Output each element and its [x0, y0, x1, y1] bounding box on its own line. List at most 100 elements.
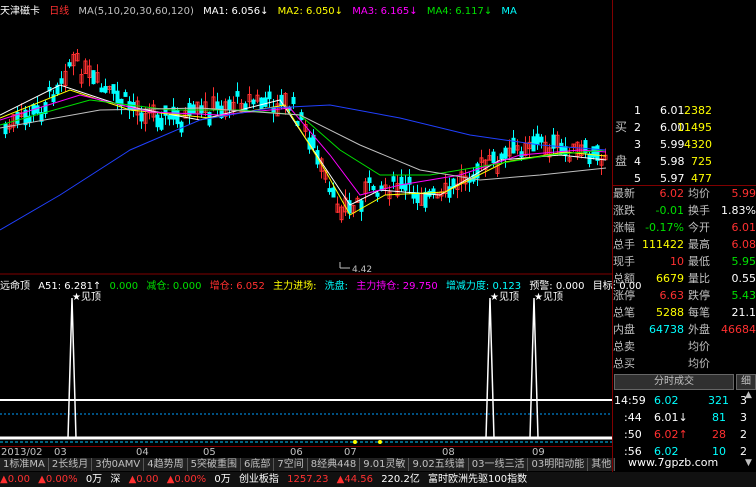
- orderbook-price: 5.99: [660, 138, 685, 151]
- candle-body: [167, 115, 172, 120]
- ma2-value: MA2: 6.050↓: [277, 6, 344, 17]
- status-market[interactable]: 深: [110, 474, 120, 485]
- kline-chart[interactable]: 4.42: [0, 0, 612, 275]
- quote-label: 均价: [688, 357, 710, 370]
- quote-value: 6.63: [659, 289, 685, 302]
- quote-label: 每笔: [688, 306, 710, 319]
- status-ticker-text: 富时欧洲先驱100指数: [428, 474, 528, 485]
- tab-10[interactable]: 9.02五线谱: [409, 458, 469, 471]
- tab-8[interactable]: 8经典448: [307, 458, 361, 471]
- trade-time: 14:59: [614, 394, 646, 407]
- candle-body: [199, 105, 204, 114]
- status-index-name[interactable]: 创业板指: [239, 474, 279, 485]
- ma3-value: MA3: 6.165↓: [352, 6, 418, 17]
- status-value: ▲0.00: [128, 474, 159, 485]
- date-label: 04: [136, 447, 149, 458]
- orderbook-volume: 4320: [684, 138, 712, 151]
- trade-row: :50 6.02↑ 28 2: [612, 426, 756, 443]
- quote-panel: 买 盘 1 6.01 2382 2 6.00 11495 3 5.99 4320…: [612, 0, 756, 472]
- quote-row: 总买 均价: [612, 355, 756, 372]
- tab-12[interactable]: 03明阳动能: [528, 458, 589, 471]
- status-value: 220.2亿: [381, 474, 420, 485]
- trade-price: 6.02↑: [654, 428, 688, 441]
- orderbook-row[interactable]: 1 6.01 2382: [612, 102, 756, 119]
- quote-label: 今开: [688, 221, 710, 234]
- candle-body: [539, 136, 544, 143]
- date-label: 07: [344, 447, 357, 458]
- candle-body: [191, 104, 196, 114]
- status-value: 1257.23: [287, 474, 329, 485]
- small-marker: [378, 440, 382, 444]
- tab-1[interactable]: 1标准MA: [0, 458, 49, 471]
- scroll-down-icon[interactable]: ▼: [745, 458, 752, 468]
- ma-params: MA(5,10,20,30,60,120): [78, 6, 194, 17]
- candlesticks: [3, 49, 608, 223]
- quote-value: 6.01: [731, 221, 756, 234]
- quote-label: 总笔: [613, 306, 635, 319]
- quote-row: 现手 10 最低 5.95: [612, 253, 756, 270]
- quote-label: 均价: [688, 187, 710, 200]
- tab-6[interactable]: 6底部: [241, 458, 275, 471]
- quote-value: 6.02: [659, 187, 685, 200]
- candle-body: [139, 112, 144, 122]
- quote-label: 跌停: [688, 289, 710, 302]
- orderbook-volume: 11495: [677, 121, 712, 134]
- tab-9[interactable]: 9.01灵敏: [360, 458, 410, 471]
- candle-body: [67, 62, 72, 67]
- orderbook-volume: 725: [691, 155, 712, 168]
- trades-tab[interactable]: 分时成交: [614, 374, 734, 390]
- tab-11[interactable]: 03一线三活: [468, 458, 529, 471]
- orderbook-row[interactable]: 4 5.98 725: [612, 153, 756, 170]
- tab-4[interactable]: 4趋势周: [144, 458, 188, 471]
- candle-body: [263, 97, 268, 107]
- quote-value: 5.99: [731, 187, 756, 200]
- stock-title[interactable]: 天津磁卡: [0, 6, 40, 17]
- tab-5[interactable]: 5突破重围: [187, 458, 242, 471]
- scroll-up-icon[interactable]: ▲: [745, 390, 752, 400]
- quote-label: 涨停: [613, 289, 635, 302]
- quote-label: 涨幅: [613, 221, 635, 234]
- trade-row: 14:59 6.02 321 3: [612, 392, 756, 409]
- status-value: ▲0.00%: [38, 474, 78, 485]
- period-label[interactable]: 日线: [49, 6, 69, 17]
- trade-volume: 321: [708, 394, 729, 407]
- orderbook-row[interactable]: 2 6.00 11495: [612, 119, 756, 136]
- trade-price: 6.02: [654, 394, 679, 407]
- quote-label: 换手: [688, 204, 710, 217]
- trades-fine-tab[interactable]: 细: [736, 374, 756, 390]
- quote-label: 量比: [688, 272, 710, 285]
- status-value: 0万: [214, 474, 231, 485]
- tab-2[interactable]: 2长线月: [48, 458, 93, 471]
- candle-body: [155, 114, 160, 128]
- signal-spike-3: [529, 297, 539, 439]
- quote-value: -0.17%: [645, 221, 684, 234]
- orderbook-row[interactable]: 3 5.99 4320: [612, 136, 756, 153]
- indicator-tabs: 1标准MA 2长线月 3伪0AMV 4趋势周 5突破重围 6底部 7空间 8经典…: [0, 458, 616, 471]
- quote-row: 内盘 64738 外盘 46684: [612, 321, 756, 338]
- status-bar: ▲0.00 ▲0.00% 0万 深 ▲0.00 ▲0.00% 0万 创业板指 1…: [0, 472, 756, 487]
- date-label: 03: [54, 447, 67, 458]
- orderbook-level: 4: [634, 155, 641, 168]
- candle-body: [91, 70, 96, 85]
- trade-volume: 28: [712, 428, 726, 441]
- orderbook-volume: 2382: [684, 104, 712, 117]
- status-value: ▲0.00%: [166, 474, 207, 485]
- candle-body: [99, 87, 104, 93]
- candle-body: [403, 183, 408, 191]
- tab-7[interactable]: 7空间: [274, 458, 308, 471]
- candle-body: [503, 147, 508, 159]
- status-value: ▲44.56: [336, 474, 373, 485]
- trade-row: :44 6.01↓ 81 3: [612, 409, 756, 426]
- candle-body: [123, 92, 128, 97]
- tab-3[interactable]: 3伪0AMV: [92, 458, 145, 471]
- indicator-chart[interactable]: [0, 288, 612, 446]
- trade-price: 6.01↓: [654, 411, 688, 424]
- quote-label: 总手: [613, 238, 635, 251]
- quote-label: 最新: [613, 187, 635, 200]
- candle-body: [499, 153, 504, 160]
- quote-value: 6679: [656, 272, 684, 285]
- quote-row: 涨停 6.63 跌停 5.43: [612, 287, 756, 304]
- quote-label: 总额: [613, 272, 635, 285]
- candle-body: [371, 185, 376, 191]
- candle-body: [519, 151, 524, 158]
